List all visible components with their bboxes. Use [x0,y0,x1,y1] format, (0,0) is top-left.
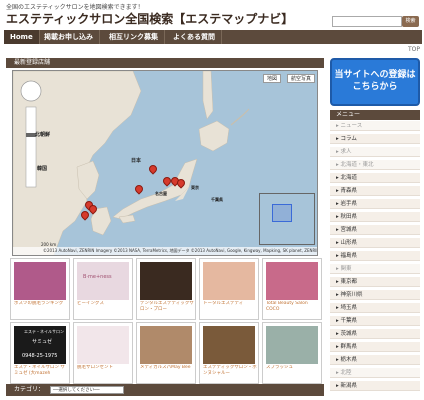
shop-card[interactable]: メディカルスパMay Bee [136,322,196,384]
map-label-korea: 韓国 [37,166,48,172]
search-input[interactable] [332,16,402,27]
map-label-japan: 日本 [131,158,142,164]
shop-image[interactable]: B·me+ness [77,262,129,300]
map-type-aerial[interactable]: 航空写真 [286,74,315,83]
shop-card[interactable]: B·me+ness ビーイングス [73,258,133,320]
shop-card[interactable]: ポスツの脱毛ランキング [10,258,70,320]
shop-card[interactable]: エステ・ネイルサロン サミュゼ 0948-25-1975 エステ・ネイルサロン … [10,322,70,384]
main-nav: Home 掲載お申し込み 相互リンク募集 よくある質問 [4,30,422,44]
sidebar-item[interactable]: ▸ コラム [330,134,420,144]
shop-image[interactable] [140,326,192,364]
sidebar-item[interactable]: ▸ ニュース [330,121,420,131]
new-shops-heading: 最新登録店舗 [6,58,324,68]
sidebar-item[interactable]: ▸ 新潟県 [330,381,420,391]
map-label-chiba: 千葉県 [211,197,223,202]
sidebar-item[interactable]: ▸ 秋田県 [330,212,420,222]
shop-card[interactable]: トータルエステティ [199,258,259,320]
sidebar-item[interactable]: ▸ 関東 [330,264,420,274]
map-label-nagoya: 名古屋 [155,191,167,196]
sidebar-item[interactable]: ▸ 群馬県 [330,342,420,352]
sidebar-item[interactable]: ▸ 岩手県 [330,199,420,209]
sidebar-item[interactable]: ▸ 青森県 [330,186,420,196]
sidebar-item[interactable]: ▸ 宮城県 [330,225,420,235]
sidebar-item[interactable]: ▸ 千葉県 [330,316,420,326]
shop-caption[interactable]: ビーイングス [77,301,131,319]
shop-caption[interactable]: デンタルエステティックサロン・プロー [140,301,194,319]
sidebar-item[interactable]: ▸ 福島県 [330,251,420,261]
sidebar-item[interactable]: ▸ 神奈川県 [330,290,420,300]
nav-home[interactable]: Home [4,30,40,44]
shop-card[interactable]: スプラッシュ [262,322,322,384]
shop-image[interactable] [266,326,318,364]
sidebar-item[interactable]: ▸ 栃木県 [330,355,420,365]
shop-caption[interactable]: メディカルスパMay Bee [140,365,194,383]
shop-image[interactable] [203,262,255,300]
shop-image[interactable]: エステ・ネイルサロン サミュゼ 0948-25-1975 [14,326,66,364]
sidebar-item[interactable]: ▸ 東京都 [330,277,420,287]
nav-apply[interactable]: 掲載お申し込み [38,30,100,44]
shop-image[interactable] [140,262,192,300]
shop-caption[interactable]: エステ・ネイルサロン サミュゼ (大mazeh [14,365,68,383]
shop-caption[interactable]: Total Beauty Salon COCO [266,301,320,319]
map-type-map[interactable]: 地図 [262,74,281,83]
map-label-tokyo: 東京 [191,185,199,190]
map-overview[interactable] [259,193,315,245]
shop-caption[interactable]: 脱毛サロンセント [77,365,131,383]
search-button[interactable]: 検索 [402,16,419,27]
category-select[interactable]: ──選択してください── [50,386,124,394]
sidebar-item[interactable]: ▸ 北海道・東北 [330,160,420,170]
shop-caption[interactable]: トータルエステティ [203,301,257,319]
map[interactable]: 地図 航空写真 北朝鮮 韓国 日本 名古屋 東京 千葉県 200 km ©201… [12,70,318,256]
sidebar-item[interactable]: ▸ 北陸 [330,368,420,378]
shop-caption[interactable]: スプラッシュ [266,365,320,383]
shop-image[interactable] [266,262,318,300]
shop-image[interactable] [14,262,66,300]
shop-card[interactable]: 脱毛サロンセント [73,322,133,384]
shop-card[interactable]: エステティックサロン・ボンヌシャルー [199,322,259,384]
site-title[interactable]: エステティックサロン全国検索【エステマップナビ】 [6,10,293,27]
sidebar-item[interactable]: ▸ 埼玉県 [330,303,420,313]
sidebar-item[interactable]: ▸ 茨城県 [330,329,420,339]
nav-faq[interactable]: よくある質問 [167,30,222,44]
shop-caption[interactable]: エステティックサロン・ボンヌシャルー [203,365,257,383]
sidebar-item[interactable]: ▸ 山形県 [330,238,420,248]
shop-card[interactable]: Total Beauty Salon COCO [262,258,322,320]
sidebar-item[interactable]: ▸ 北海道 [330,173,420,183]
map-copyright[interactable]: ©2013 AutoNavi, ZENRIN Imagery ©2013 NAS… [13,247,317,255]
shop-image[interactable] [203,326,255,364]
map-label-north-korea: 北朝鮮 [35,132,51,138]
nav-link-exchange[interactable]: 相互リンク募集 [103,30,165,44]
shop-card[interactable]: デンタルエステティックサロン・プロー [136,258,196,320]
shop-caption[interactable]: ポスツの脱毛ランキング [14,301,68,319]
register-banner[interactable]: 当サイトへの登録はこちらから [330,58,420,106]
sidebar-item[interactable]: ▸ 求人 [330,147,420,157]
top-link[interactable]: TOP [408,46,420,53]
shop-image[interactable] [77,326,129,364]
menu-heading: メニュー [330,110,420,120]
site-header: 全国のエステティックサロンを地図検索できます！ エステティックサロン全国検索【エ… [0,0,424,28]
